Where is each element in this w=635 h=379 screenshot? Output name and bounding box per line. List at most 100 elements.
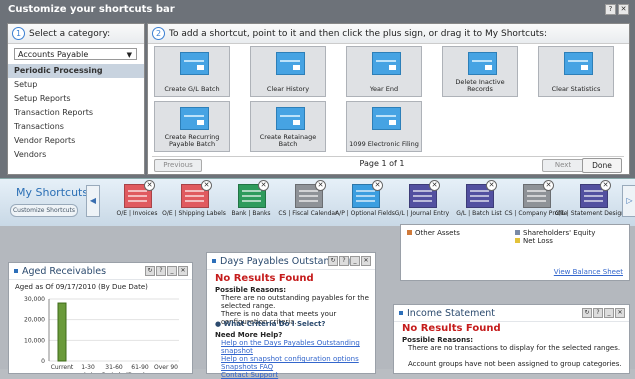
step1-header: 1 Select a category: — [8, 24, 144, 44]
dpo-reason-1: There are no outstanding payables for th… — [221, 294, 369, 310]
help-link[interactable]: Contact Support — [221, 371, 375, 379]
y-tick-label: 0 — [41, 358, 45, 365]
shortcut-tile[interactable]: Delete Inactive Records — [442, 46, 518, 97]
shortcut-tile[interactable]: Clear Statistics — [538, 46, 614, 97]
view-balance-sheet-link[interactable]: View Balance Sheet — [554, 268, 623, 276]
category-item[interactable]: Vendor Reports — [8, 134, 144, 148]
category-item[interactable]: Setup Reports — [8, 92, 144, 106]
balance-sheet-widget: Other Assets Shareholders' Equity Net Loss… — [400, 224, 630, 281]
bar — [57, 302, 67, 362]
x-tick-label: 61-90 — [131, 364, 149, 371]
minimize-icon[interactable]: _ — [350, 256, 360, 266]
remove-shortcut-icon[interactable]: ✕ — [201, 180, 212, 191]
minimize-icon[interactable]: _ — [604, 308, 614, 318]
widget-controls: ↻? _ ✕ — [582, 308, 625, 318]
shortcut-tile-label: Clear History — [266, 85, 310, 93]
category-item[interactable]: Transaction Reports — [8, 106, 144, 120]
remove-shortcut-icon[interactable]: ✕ — [600, 180, 611, 191]
next-button[interactable]: Next — [542, 159, 584, 172]
legend-swatch — [407, 230, 412, 235]
step1-number-icon: 1 — [12, 27, 25, 40]
step2-header: 2 To add a shortcut, point to it and then… — [148, 24, 629, 44]
shortcut-tile-label: Year End — [369, 85, 399, 93]
category-select[interactable]: Accounts Payable ▼ — [14, 48, 137, 60]
step2-number-icon: 2 — [152, 27, 165, 40]
my-shortcuts-bar: My Shortcuts Customize Shortcuts ◀ ✕ O/E … — [0, 178, 635, 227]
legend-swatch — [515, 230, 520, 235]
shortcut-tile-grid: Create G/L Batch Clear History Year End Del… — [154, 46, 626, 152]
category-item[interactable]: Vendors — [8, 148, 144, 162]
help-link[interactable]: Help on the Days Payables Outstanding sn… — [221, 339, 375, 355]
category-item[interactable]: Setup — [8, 78, 144, 92]
page-info: Page 1 of 1 — [359, 159, 405, 168]
shortcut-tile[interactable]: 1099 Electronic Filing — [346, 101, 422, 152]
my-shortcuts-title: My Shortcuts — [16, 186, 89, 199]
help-icon[interactable]: ? — [605, 4, 616, 15]
help-icon[interactable]: ? — [339, 256, 349, 266]
close-icon[interactable]: ✕ — [615, 308, 625, 318]
shortcut-picker-panel: 2 To add a shortcut, point to it and then… — [147, 23, 630, 175]
category-item[interactable]: Periodic Processing — [8, 64, 144, 78]
remove-shortcut-icon[interactable]: ✕ — [315, 180, 326, 191]
close-icon[interactable]: ✕ — [361, 256, 371, 266]
income-reason-1: There are no transactions to display for… — [408, 344, 621, 352]
window-icon — [468, 52, 497, 75]
window-controls: ? ✕ — [605, 4, 629, 15]
income-statement-widget: Income Statement ↻? _ ✕ No Results Found P… — [393, 304, 630, 374]
minimize-icon[interactable]: _ — [167, 266, 177, 276]
refresh-icon[interactable]: ↻ — [582, 308, 592, 318]
shortcut-tile-label: Create Recurring Payable Batch — [164, 133, 220, 148]
remove-shortcut-icon[interactable]: ✕ — [429, 180, 440, 191]
aged-receivables-chart: 30,000 20,000 10,000 0 Current 1-30 31-60 61-90… — [24, 296, 179, 373]
refresh-icon[interactable]: ↻ — [328, 256, 338, 266]
remove-shortcut-icon[interactable]: ✕ — [486, 180, 497, 191]
category-item[interactable]: Transactions — [8, 120, 144, 134]
scroll-right-button[interactable]: ▷ — [622, 185, 635, 217]
dpo-criteria-link[interactable]: ● What Criteria Do I Select? — [215, 320, 325, 328]
previous-button[interactable]: Previous — [154, 159, 202, 172]
bullet-icon — [14, 269, 18, 273]
done-button[interactable]: Done — [582, 158, 622, 173]
dpo-need-help: Need More Help? — [215, 331, 283, 339]
close-icon[interactable]: ✕ — [618, 4, 629, 15]
help-icon[interactable]: ? — [156, 266, 166, 276]
help-link[interactable]: Help on snapshot configuration options — [221, 355, 375, 363]
widget-controls: ↻? _ ✕ — [328, 256, 371, 266]
legend-swatch — [515, 238, 520, 243]
close-icon[interactable]: ✕ — [178, 266, 188, 276]
shortcut-tile-label: Create Retainage Batch — [259, 133, 317, 148]
customize-shortcuts-panel: Customize your shortcuts bar ? ✕ 1 Select… — [0, 0, 635, 178]
dpo-criteria-text: What Criteria Do I Select? — [223, 320, 326, 328]
aged-subtitle: Aged as Of 09/17/2010 (By Due Date) — [15, 283, 148, 291]
customize-shortcuts-button[interactable]: Customize Shortcuts — [10, 204, 78, 217]
shortcut-tile[interactable]: Clear History — [250, 46, 326, 97]
shortcut-list: ✕ O/E | Invoices ✕ O/E | Shipping Labels ✕ Ba… — [102, 179, 631, 227]
help-icon[interactable]: ? — [593, 308, 603, 318]
window-icon — [372, 107, 401, 130]
shortcut-tile-label: Create G/L Batch — [164, 85, 220, 93]
income-title: Income Statement — [407, 307, 495, 319]
x-axis-label: Aging Periods (Days) — [83, 372, 146, 373]
x-tick-label: Over 90 — [154, 364, 178, 371]
remove-shortcut-icon[interactable]: ✕ — [144, 180, 155, 191]
remove-shortcut-icon[interactable]: ✕ — [372, 180, 383, 191]
chevron-down-icon: ▼ — [126, 51, 132, 59]
window-icon — [372, 52, 401, 75]
legend-label: Net Loss — [523, 237, 553, 245]
bullet-icon — [399, 311, 403, 315]
shortcut-tile[interactable]: Create Recurring Payable Batch — [154, 101, 230, 152]
income-possible: Possible Reasons: — [402, 336, 474, 344]
shortcut-item[interactable]: ✕ G/L | Statement Designer — [555, 180, 631, 224]
help-circle-icon: ● — [215, 320, 222, 328]
refresh-icon[interactable]: ↻ — [145, 266, 155, 276]
shortcut-tile[interactable]: Year End — [346, 46, 422, 97]
step1-label: Select a category: — [29, 28, 111, 39]
shortcut-tile[interactable]: Create G/L Batch — [154, 46, 230, 97]
y-tick-label: 30,000 — [24, 296, 45, 303]
pager: Previous Page 1 of 1 Next Done — [152, 156, 624, 173]
widget-controls: ↻? _ ✕ — [145, 266, 188, 276]
shortcut-tile[interactable]: Create Retainage Batch — [250, 101, 326, 152]
remove-shortcut-icon[interactable]: ✕ — [258, 180, 269, 191]
help-link[interactable]: Snapshots FAQ — [221, 363, 375, 371]
remove-shortcut-icon[interactable]: ✕ — [543, 180, 554, 191]
